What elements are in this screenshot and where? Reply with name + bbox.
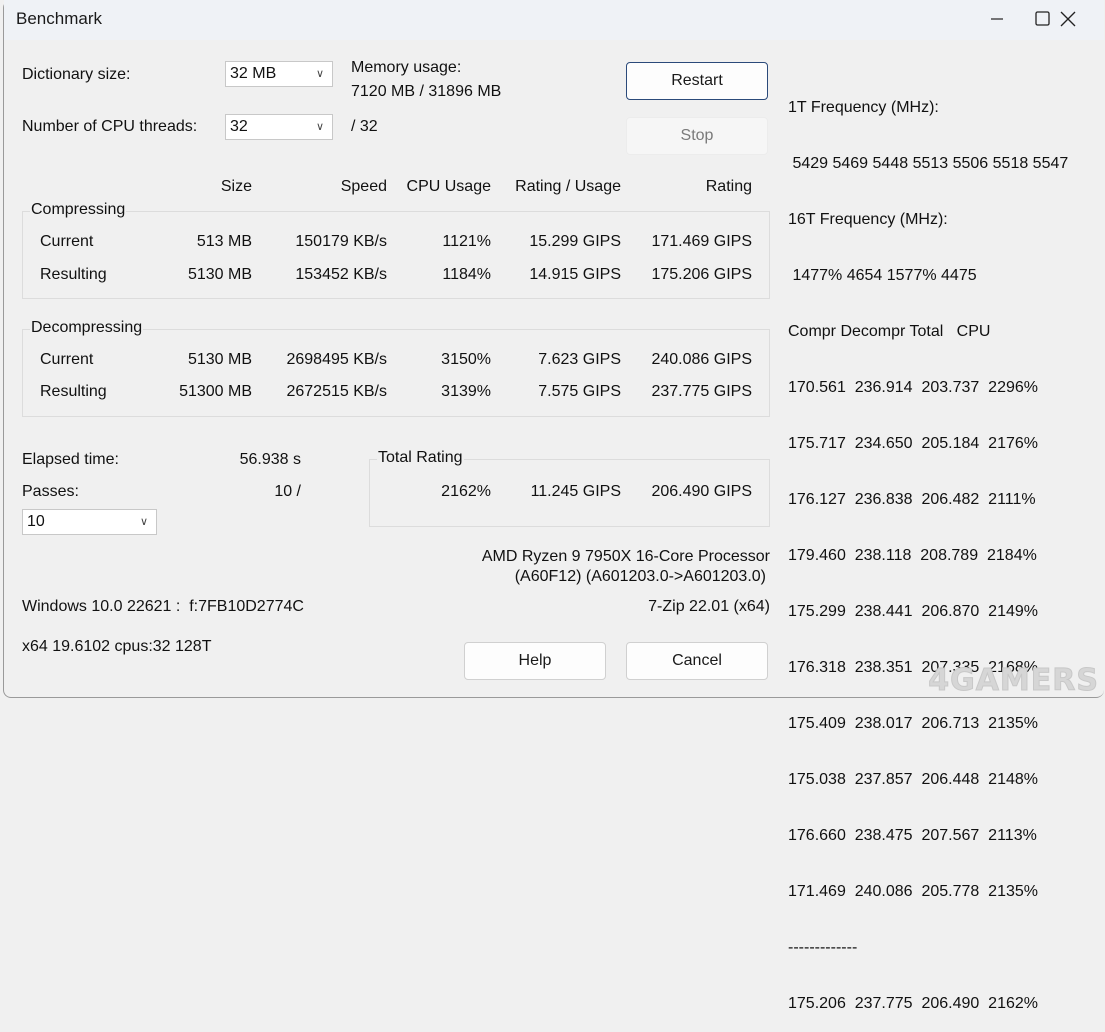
passes-select-value: 10: [27, 513, 45, 530]
log-row: 179.460 238.118 208.789 2184%: [788, 547, 1037, 564]
log-row: 175.038 237.857 206.448 2148%: [788, 771, 1038, 788]
cpu-usage-cell: 3150%: [441, 351, 491, 368]
close-button[interactable]: [1045, 0, 1091, 38]
stop-button[interactable]: Stop: [626, 117, 768, 155]
log-row: 170.561 236.914 203.737 2296%: [788, 379, 1038, 396]
help-button[interactable]: Help: [464, 642, 606, 680]
total-rating-usage: 11.245 GIPS: [530, 483, 621, 500]
rating-cell: 171.469 GIPS: [651, 233, 752, 250]
freq-1t-label: 1T Frequency (MHz):: [788, 99, 939, 116]
compressing-group: Compressing: [22, 201, 770, 299]
log-row: 175.717 234.650 205.184 2176%: [788, 435, 1038, 452]
column-header-rating: Rating: [705, 178, 752, 195]
column-header-rating-usage: Rating / Usage: [515, 178, 621, 195]
rating-usage-cell: 14.915 GIPS: [529, 266, 621, 283]
decompressing-title: Decompressing: [30, 319, 144, 337]
speed-cell: 153452 KB/s: [295, 266, 387, 283]
os-info: Windows 10.0 22621 : f:7FB10D2774C: [22, 598, 304, 615]
cpu-id: (A60F12) (A601203.0->A601203.0): [514, 568, 766, 585]
log-summary: 175.206 237.775 206.490 2162%: [788, 995, 1038, 1012]
compressing-title: Compressing: [30, 201, 127, 219]
cancel-button[interactable]: Cancel: [626, 642, 768, 680]
cpu-threads-select[interactable]: 32 ∨: [225, 114, 333, 140]
speed-cell: 150179 KB/s: [295, 233, 387, 250]
watermark-logo: 4GAMERS: [928, 663, 1099, 699]
freq-1t-values: 5429 5469 5448 5513 5506 5518 5547: [788, 155, 1069, 172]
log-row: 176.127 236.838 206.482 2111%: [788, 491, 1036, 508]
rating-usage-cell: 15.299 GIPS: [529, 233, 621, 250]
size-cell: 5130 MB: [187, 266, 252, 283]
decompressing-group: Decompressing: [22, 319, 770, 417]
column-header-size: Size: [220, 178, 252, 195]
benchmark-log: 1T Frequency (MHz): 5429 5469 5448 5513 …: [788, 62, 1068, 1032]
elapsed-time-value: 56.938 s: [239, 451, 301, 468]
elapsed-time-label: Elapsed time:: [22, 451, 119, 468]
title-bar[interactable]: Benchmark: [4, 0, 1104, 40]
column-header-cpu-usage: CPU Usage: [406, 178, 491, 195]
log-row: 171.469 240.086 205.778 2135%: [788, 883, 1038, 900]
log-row: 175.299 238.441 206.870 2149%: [788, 603, 1038, 620]
memory-usage-label: Memory usage:: [351, 59, 462, 76]
app-version: 7-Zip 22.01 (x64): [648, 598, 770, 615]
freq-16t-values: 1477% 4654 1577% 4475: [788, 267, 977, 284]
row-label: Resulting: [40, 266, 107, 283]
window-title: Benchmark: [16, 9, 102, 28]
log-columns-header: Compr Decompr Total CPU: [788, 323, 991, 340]
arch-info: x64 19.6102 cpus:32 128T: [22, 638, 212, 655]
close-icon: [1060, 11, 1076, 27]
row-label: Current: [40, 351, 94, 368]
rating-usage-cell: 7.575 GIPS: [538, 383, 621, 400]
chevron-down-icon: ∨: [139, 516, 148, 528]
total-rating-value: 206.490 GIPS: [651, 483, 752, 500]
rating-cell: 175.206 GIPS: [651, 266, 752, 283]
dictionary-size-select[interactable]: 32 MB ∨: [225, 61, 333, 87]
chevron-down-icon: ∨: [315, 121, 324, 133]
size-cell: 5130 MB: [187, 351, 252, 368]
freq-16t-label: 16T Frequency (MHz):: [788, 211, 948, 228]
rating-usage-cell: 7.623 GIPS: [538, 351, 621, 368]
dictionary-size-value: 32 MB: [230, 65, 277, 82]
log-row: 176.660 238.475 207.567 2113%: [788, 827, 1037, 844]
size-cell: 51300 MB: [179, 383, 252, 400]
memory-usage-value: 7120 MB / 31896 MB: [351, 83, 502, 100]
speed-cell: 2698495 KB/s: [286, 351, 387, 368]
total-rating-title: Total Rating: [377, 449, 464, 467]
rating-cell: 240.086 GIPS: [651, 351, 752, 368]
size-cell: 513 MB: [196, 233, 252, 250]
cpu-threads-max: / 32: [351, 118, 378, 135]
cpu-usage-cell: 3139%: [441, 383, 491, 400]
cpu-threads-label: Number of CPU threads:: [22, 118, 198, 135]
row-label: Resulting: [40, 383, 107, 400]
passes-select[interactable]: 10 ∨: [22, 509, 157, 535]
chevron-down-icon: ∨: [315, 68, 324, 80]
passes-label: Passes:: [22, 483, 79, 500]
speed-cell: 2672515 KB/s: [286, 383, 387, 400]
cpu-name: AMD Ryzen 9 7950X 16-Core Processor: [481, 548, 770, 565]
log-row: 175.409 238.017 206.713 2135%: [788, 715, 1038, 732]
dictionary-size-label: Dictionary size:: [22, 66, 131, 83]
cpu-threads-value: 32: [230, 118, 248, 135]
restart-button[interactable]: Restart: [626, 62, 768, 100]
row-label: Current: [40, 233, 94, 250]
cpu-usage-cell: 1184%: [442, 266, 491, 283]
total-cpu-usage: 2162%: [441, 483, 491, 500]
passes-value: 10 /: [274, 483, 301, 500]
cpu-usage-cell: 1121%: [442, 233, 491, 250]
column-header-speed: Speed: [340, 178, 387, 195]
log-separator: -------------: [788, 939, 858, 956]
rating-cell: 237.775 GIPS: [651, 383, 752, 400]
